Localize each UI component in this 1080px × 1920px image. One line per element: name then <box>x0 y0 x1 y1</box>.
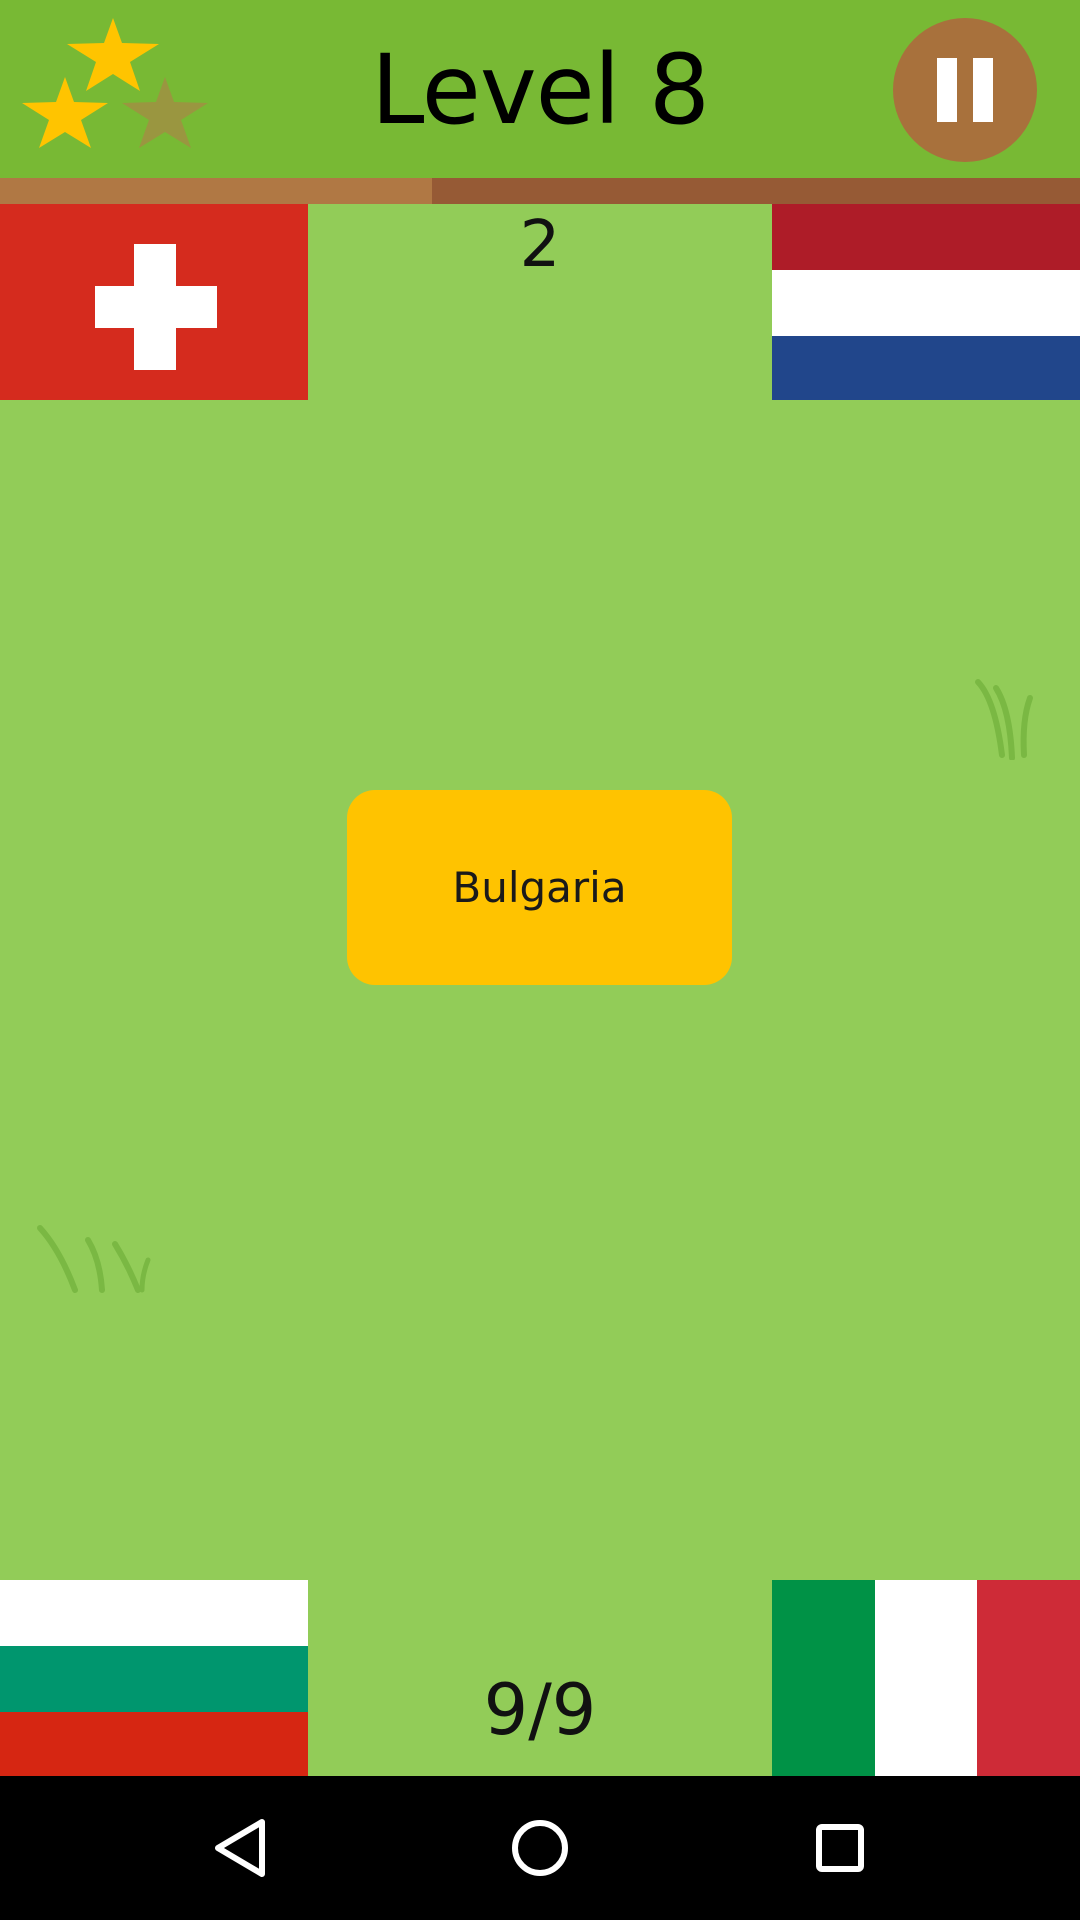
android-navigation-bar <box>0 1776 1080 1920</box>
flag-netherlands[interactable] <box>772 204 1080 400</box>
star-icon <box>22 77 108 148</box>
top-bar: Level 8 <box>0 0 1080 178</box>
level-progress-bar <box>0 178 1080 204</box>
grass-decoration <box>37 1225 151 1293</box>
level-title: Level 8 <box>371 34 710 146</box>
home-icon <box>512 1820 568 1876</box>
score-value: 2 <box>519 208 561 282</box>
star-icon <box>67 18 159 91</box>
grass-decoration <box>975 679 1033 760</box>
country-name: Bulgaria <box>452 863 627 912</box>
recents-button[interactable] <box>800 1808 880 1888</box>
pause-button[interactable] <box>893 18 1037 162</box>
question-counter: 9/9 <box>483 1669 597 1751</box>
pause-icon-bar <box>973 58 993 122</box>
country-name-card[interactable]: Bulgaria <box>347 790 732 985</box>
level-stars <box>22 18 208 148</box>
home-button[interactable] <box>500 1808 580 1888</box>
back-button[interactable] <box>200 1808 280 1888</box>
level-progress-fill <box>0 178 432 204</box>
back-icon <box>215 1819 265 1877</box>
recents-icon <box>816 1824 864 1872</box>
flag-bulgaria[interactable] <box>0 1580 308 1776</box>
flag-switzerland[interactable] <box>0 204 308 400</box>
flag-italy[interactable] <box>772 1580 1080 1776</box>
pause-icon <box>937 58 957 122</box>
